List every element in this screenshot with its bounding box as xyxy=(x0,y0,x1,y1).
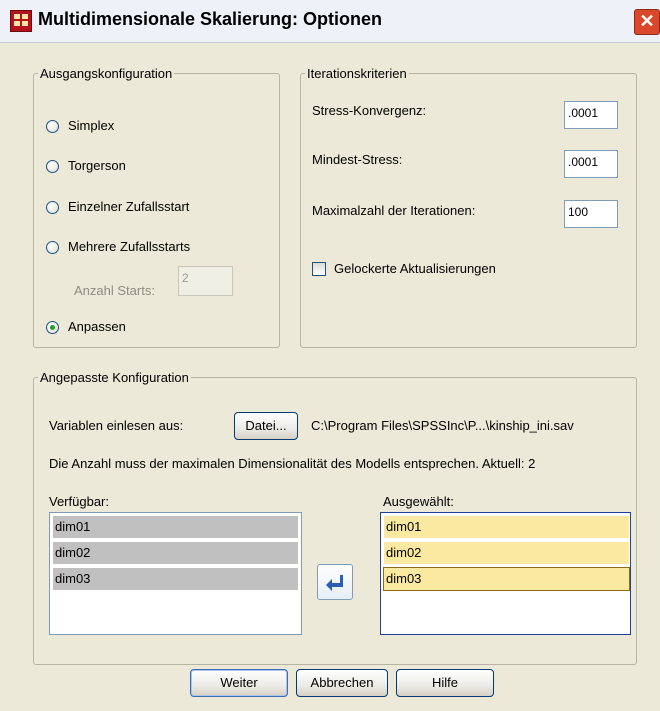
move-left-button[interactable] xyxy=(317,564,353,600)
label-mehrere-zufallsstarts: Mehrere Zufallsstarts xyxy=(68,239,191,254)
verfuegbar-list[interactable]: dim01 dim02 dim03 xyxy=(49,512,302,635)
hilfe-button[interactable]: Hilfe xyxy=(396,669,494,697)
file-path-text: C:\Program Files\SPSSInc\P...\kinship_in… xyxy=(311,418,574,433)
radio-simplex[interactable] xyxy=(46,120,59,133)
list-item[interactable]: dim02 xyxy=(53,542,298,564)
dimensionality-info: Die Anzahl muss der maximalen Dimensiona… xyxy=(49,456,536,471)
close-button[interactable]: ✕ xyxy=(634,9,660,35)
label-einzelner-zufallsstart: Einzelner Zufallsstart xyxy=(68,199,190,214)
angepasste-konfiguration-legend: Angepasste Konfiguration xyxy=(40,370,189,385)
label-torgerson: Torgerson xyxy=(68,158,126,173)
radio-anpassen[interactable] xyxy=(46,321,59,334)
iterationskriterien-legend: Iterationskriterien xyxy=(307,66,407,81)
list-item[interactable]: dim02 xyxy=(384,542,629,564)
abbrechen-button[interactable]: Abbrechen xyxy=(296,669,388,697)
ausgewaehlt-label: Ausgewählt: xyxy=(383,494,454,509)
datei-button[interactable]: Datei... xyxy=(234,412,298,440)
anzahl-starts-input[interactable]: 2 xyxy=(178,266,233,296)
mindest-stress-label: Mindest-Stress: xyxy=(312,152,403,167)
weiter-button[interactable]: Weiter xyxy=(190,669,288,697)
gelockerte-aktualisierungen-label: Gelockerte Aktualisierungen xyxy=(334,261,496,276)
list-item[interactable]: dim03 xyxy=(53,568,298,590)
stress-konvergenz-label: Stress-Konvergenz: xyxy=(312,103,427,118)
mindest-stress-input[interactable]: .0001 xyxy=(564,150,618,178)
maximalzahl-iterationen-label: Maximalzahl der Iterationen: xyxy=(312,203,476,218)
anzahl-starts-label: Anzahl Starts: xyxy=(74,283,155,298)
gelockerte-aktualisierungen-checkbox[interactable] xyxy=(312,262,326,276)
radio-mehrere-zufallsstarts[interactable] xyxy=(46,241,59,254)
maximalzahl-iterationen-input[interactable]: 100 xyxy=(564,200,618,228)
list-item[interactable]: dim03 xyxy=(383,567,630,591)
arrow-left-icon xyxy=(326,575,343,591)
radio-einzelner-zufallsstart[interactable] xyxy=(46,201,59,214)
window-title: Multidimensionale Skalierung: Optionen xyxy=(38,9,383,29)
label-simplex: Simplex xyxy=(68,118,115,133)
label-anpassen: Anpassen xyxy=(68,319,126,334)
stress-konvergenz-input[interactable]: .0001 xyxy=(564,101,618,129)
spss-table-icon xyxy=(10,10,32,32)
ausgewaehlt-list[interactable]: dim01 dim02 dim03 xyxy=(380,512,631,635)
title-bar[interactable]: Multidimensionale Skalierung: Optionen ✕ xyxy=(0,0,660,43)
radio-torgerson[interactable] xyxy=(46,160,59,173)
ausgangskonfiguration-legend: Ausgangskonfiguration xyxy=(40,66,173,81)
list-item[interactable]: dim01 xyxy=(384,516,629,538)
verfuegbar-label: Verfügbar: xyxy=(49,494,109,509)
variablen-einlesen-label: Variablen einlesen aus: xyxy=(49,418,184,433)
list-item[interactable]: dim01 xyxy=(53,516,298,538)
